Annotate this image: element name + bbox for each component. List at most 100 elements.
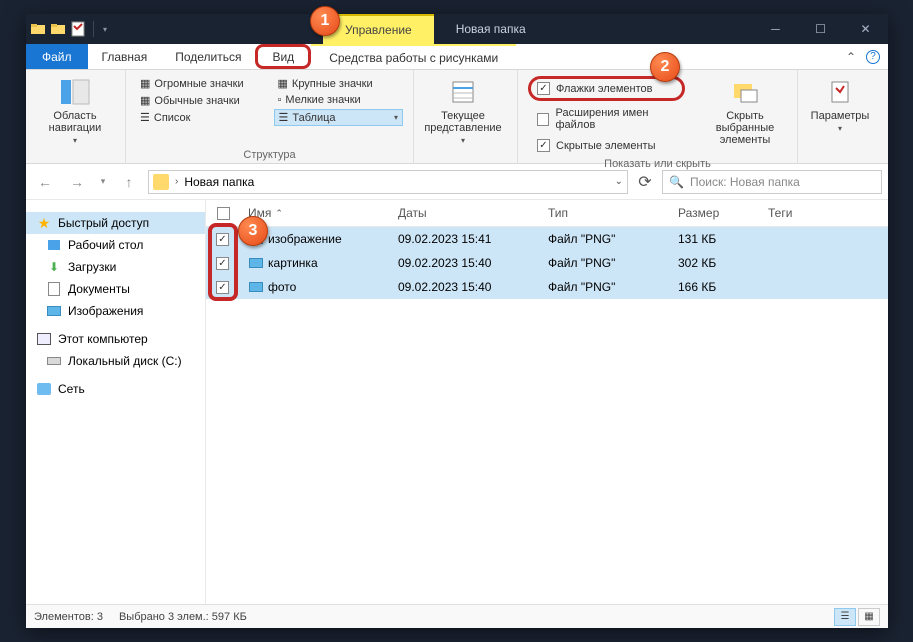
- maximize-button[interactable]: ☐: [798, 14, 843, 44]
- annotation-highlight: [208, 223, 238, 301]
- status-item-count: Элементов: 3: [34, 611, 103, 623]
- options-button[interactable]: Параметры ▾: [804, 74, 876, 133]
- ribbon-group-options: Параметры ▾: [798, 70, 888, 163]
- nav-documents[interactable]: Документы: [26, 278, 205, 300]
- explorer-body: ★ Быстрый доступ Рабочий стол ⬇ Загрузки…: [26, 200, 888, 604]
- file-size: 302 КБ: [670, 250, 760, 276]
- nav-network[interactable]: Сеть: [26, 378, 205, 400]
- window-title: Новая папка: [434, 14, 753, 44]
- file-row[interactable]: ✓ картинка 09.02.2023 15:40 Файл "PNG" 3…: [206, 251, 888, 275]
- file-name: фото: [268, 280, 296, 294]
- layout-huge-icons[interactable]: ▦Огромные значки: [136, 76, 266, 91]
- file-tags: [760, 257, 888, 269]
- pictures-icon: [46, 303, 62, 319]
- file-date: 09.02.2023 15:40: [390, 250, 540, 276]
- nav-local-disk[interactable]: Локальный диск (C:): [26, 350, 205, 372]
- navigation-pane: ★ Быстрый доступ Рабочий стол ⬇ Загрузки…: [26, 200, 206, 604]
- separator: [93, 21, 94, 37]
- file-row[interactable]: ✓ изображение 09.02.2023 15:41 Файл "PNG…: [206, 227, 888, 251]
- window-controls: ─ ☐ ✕: [753, 14, 888, 44]
- layout-list[interactable]: ☰Список: [136, 110, 266, 125]
- column-tags[interactable]: Теги: [760, 200, 888, 226]
- minimize-button[interactable]: ─: [753, 14, 798, 44]
- hidden-items-option[interactable]: ✓ Скрытые элементы: [528, 137, 685, 154]
- layout-large-icons[interactable]: ▦Крупные значки: [274, 76, 404, 91]
- navigation-pane-icon: [59, 76, 91, 108]
- details-icon: ☰: [279, 111, 289, 124]
- ribbon-group-panes: Область навигации ▾: [26, 70, 126, 163]
- current-view-label: Текущее представление: [420, 110, 506, 134]
- qat-dropdown-icon[interactable]: ▾: [101, 25, 109, 34]
- hide-selected-label: Скрыть выбранные элементы: [699, 110, 791, 146]
- up-button[interactable]: ↑: [116, 169, 142, 195]
- thumbnails-view-toggle[interactable]: ▦: [858, 608, 880, 626]
- ribbon-group-layout: ▦Огромные значки ▦Обычные значки ☰Список…: [126, 70, 414, 163]
- details-view-toggle[interactable]: ☰: [834, 608, 856, 626]
- dropdown-icon: ▾: [461, 136, 465, 145]
- layout-medium-icons[interactable]: ▦Обычные значки: [136, 93, 266, 108]
- ribbon-group-layout-label: Структура: [132, 147, 407, 163]
- annotation-badge-1: 1: [310, 6, 340, 36]
- checkbox-icon[interactable]: [217, 207, 230, 220]
- tab-view[interactable]: Вид: [255, 44, 311, 69]
- file-name: изображение: [268, 232, 342, 246]
- file-extensions-option[interactable]: Расширения имен файлов: [528, 105, 685, 133]
- chevron-down-icon[interactable]: ⌄: [615, 176, 623, 187]
- refresh-button[interactable]: ⟳: [634, 172, 656, 192]
- file-list: ✓ изображение 09.02.2023 15:41 Файл "PNG…: [206, 227, 888, 299]
- nav-downloads[interactable]: ⬇ Загрузки: [26, 256, 205, 278]
- back-button[interactable]: ←: [32, 169, 58, 195]
- file-date: 09.02.2023 15:40: [390, 274, 540, 300]
- nav-pictures[interactable]: Изображения: [26, 300, 205, 322]
- checkbox-icon: [537, 113, 549, 126]
- star-icon: ★: [36, 215, 52, 231]
- nav-desktop[interactable]: Рабочий стол: [26, 234, 205, 256]
- tab-view-label: Вид: [272, 50, 294, 64]
- scroll-icon: ▾: [394, 113, 398, 122]
- close-button[interactable]: ✕: [843, 14, 888, 44]
- collapse-ribbon-icon[interactable]: ⌃: [846, 50, 856, 64]
- column-date[interactable]: Даты: [390, 200, 540, 226]
- navigation-pane-label: Область навигации: [32, 110, 118, 134]
- ribbon-group-current-view: Текущее представление ▾: [414, 70, 518, 163]
- address-bar[interactable]: › Новая папка ⌄: [148, 170, 628, 194]
- annotation-badge-2: 2: [650, 52, 680, 82]
- nav-this-pc[interactable]: Этот компьютер: [26, 328, 205, 350]
- search-icon: 🔍: [669, 175, 684, 189]
- nav-quick-access[interactable]: ★ Быстрый доступ: [26, 212, 205, 234]
- column-type[interactable]: Тип: [540, 200, 670, 226]
- file-type: Файл "PNG": [540, 274, 670, 300]
- file-row[interactable]: ✓ фото 09.02.2023 15:40 Файл "PNG" 166 К…: [206, 275, 888, 299]
- hide-selected-button[interactable]: Скрыть выбранные элементы: [699, 74, 791, 146]
- file-size: 166 КБ: [670, 274, 760, 300]
- desktop-icon: [46, 237, 62, 253]
- network-icon: [36, 381, 52, 397]
- history-dropdown-icon[interactable]: ▾: [96, 169, 110, 195]
- navigation-pane-button[interactable]: Область навигации ▾: [32, 74, 118, 145]
- search-input[interactable]: 🔍 Поиск: Новая папка: [662, 170, 882, 194]
- file-tags: [760, 233, 888, 245]
- tab-file[interactable]: Файл: [26, 44, 88, 69]
- explorer-window: ▾ Управление Новая папка ─ ☐ ✕ Файл Глав…: [26, 14, 888, 628]
- file-name: картинка: [268, 256, 318, 270]
- breadcrumb[interactable]: Новая папка: [184, 175, 254, 189]
- column-size[interactable]: Размер: [670, 200, 760, 226]
- current-view-button[interactable]: Текущее представление ▾: [420, 74, 506, 145]
- tab-home[interactable]: Главная: [88, 44, 162, 69]
- folder-icon: [153, 174, 169, 190]
- layout-small-icons[interactable]: ▫Мелкие значки: [274, 93, 404, 107]
- properties-icon[interactable]: [70, 21, 86, 37]
- titlebar: ▾ Управление Новая папка ─ ☐ ✕: [26, 14, 888, 44]
- image-file-icon: [248, 255, 264, 271]
- medium-icons-icon: ▦: [140, 94, 150, 107]
- large-icons-icon: ▦: [278, 77, 288, 90]
- sort-asc-icon: ⌃: [275, 208, 283, 219]
- tab-share[interactable]: Поделиться: [161, 44, 255, 69]
- file-size: 131 КБ: [670, 226, 760, 252]
- current-view-icon: [447, 76, 479, 108]
- options-icon: [824, 76, 856, 108]
- tab-picture-tools[interactable]: Средства работы с рисунками: [311, 44, 516, 69]
- layout-details[interactable]: ☰Таблица▾: [274, 109, 404, 126]
- chevron-right-icon[interactable]: ›: [175, 176, 178, 187]
- help-icon[interactable]: ?: [866, 50, 880, 64]
